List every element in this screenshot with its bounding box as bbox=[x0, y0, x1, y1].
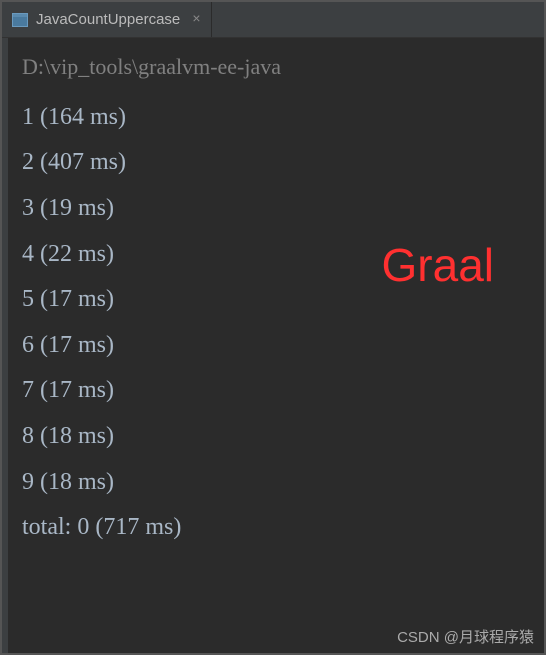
output-line: 9 (18 ms) bbox=[22, 460, 544, 506]
terminal-icon bbox=[12, 13, 28, 27]
annotation-label: Graal bbox=[382, 238, 494, 292]
close-icon[interactable]: × bbox=[192, 12, 200, 28]
tab-bar: JavaCountUppercase × bbox=[2, 2, 544, 38]
output-total: total: 0 (717 ms) bbox=[22, 505, 544, 551]
console-output: D:\vip_tools\graalvm-ee-java 1 (164 ms) … bbox=[2, 38, 544, 551]
output-line: 2 (407 ms) bbox=[22, 140, 544, 186]
watermark: CSDN @月球程序猿 bbox=[397, 626, 534, 647]
output-line: 3 (19 ms) bbox=[22, 186, 544, 232]
tab-java-count-uppercase[interactable]: JavaCountUppercase × bbox=[2, 2, 212, 37]
output-line: 6 (17 ms) bbox=[22, 323, 544, 369]
output-line: 1 (164 ms) bbox=[22, 95, 544, 141]
output-line: 8 (18 ms) bbox=[22, 414, 544, 460]
tab-label: JavaCountUppercase bbox=[36, 11, 180, 28]
command-path: D:\vip_tools\graalvm-ee-java bbox=[22, 52, 544, 83]
output-line: 7 (17 ms) bbox=[22, 368, 544, 414]
